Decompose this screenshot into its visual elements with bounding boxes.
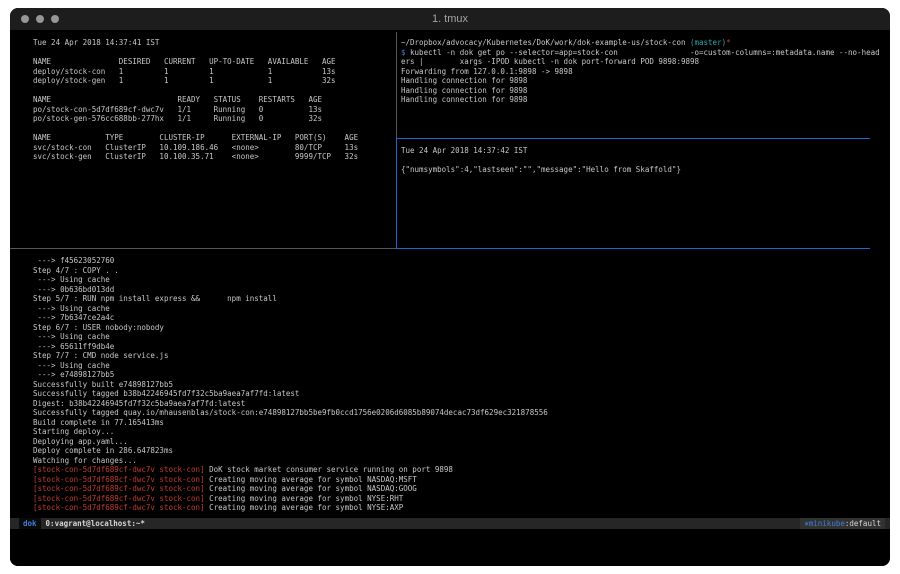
pane-border-horizontal-gray[interactable] — [10, 248, 396, 249]
pane-kubectl-watch[interactable]: Tue 24 Apr 2018 14:37:41 IST NAME DESIRE… — [33, 38, 358, 162]
terminal-window: 1. tmux Tue 24 Apr 2018 14:37:41 IST NAM… — [10, 8, 890, 566]
window-titlebar[interactable]: 1. tmux — [10, 8, 890, 31]
pane-skaffold-build[interactable]: ---> f45623052760 Step 4/7 : COPY . . --… — [33, 256, 548, 513]
blank-line — [401, 156, 681, 166]
tmux-session-name[interactable]: dok — [19, 518, 41, 529]
active-pane-border-left[interactable] — [396, 138, 397, 249]
pane-curl-json: {"numsymbols":4,"lastseen":"","message":… — [401, 165, 681, 175]
kube-namespace: :default — [845, 519, 881, 528]
window-title: 1. tmux — [10, 13, 890, 25]
active-pane-border-bottom[interactable] — [396, 248, 870, 249]
tmux-window-tab[interactable]: 0:vagrant@localhost:~* — [41, 518, 145, 529]
tmux-terminal: Tue 24 Apr 2018 14:37:41 IST NAME DESIRE… — [10, 30, 890, 566]
pane-skaffold-build-output: ---> f45623052760 Step 4/7 : COPY . . --… — [33, 256, 548, 513]
pane-curl-output[interactable]: Tue 24 Apr 2018 14:37:42 IST {"numsymbol… — [401, 146, 681, 175]
pane-kubectl-watch-output: Tue 24 Apr 2018 14:37:41 IST NAME DESIRE… — [33, 38, 358, 162]
pane-border-vertical-gray[interactable] — [396, 32, 397, 138]
kube-context-status: ⎈minikube:default — [800, 518, 885, 529]
tmux-status-bar: dok 0:vagrant@localhost:~* ⎈minikube:def… — [10, 518, 890, 529]
active-pane-border-top[interactable] — [396, 138, 870, 139]
pane-port-forward-output: ~/Dropbox/advocacy/Kubernetes/DoK/work/d… — [401, 38, 880, 105]
pane-port-forward[interactable]: ~/Dropbox/advocacy/Kubernetes/DoK/work/d… — [401, 38, 880, 105]
kube-context-name: minikube — [809, 519, 845, 528]
pane-curl-timestamp: Tue 24 Apr 2018 14:37:42 IST — [401, 146, 681, 156]
